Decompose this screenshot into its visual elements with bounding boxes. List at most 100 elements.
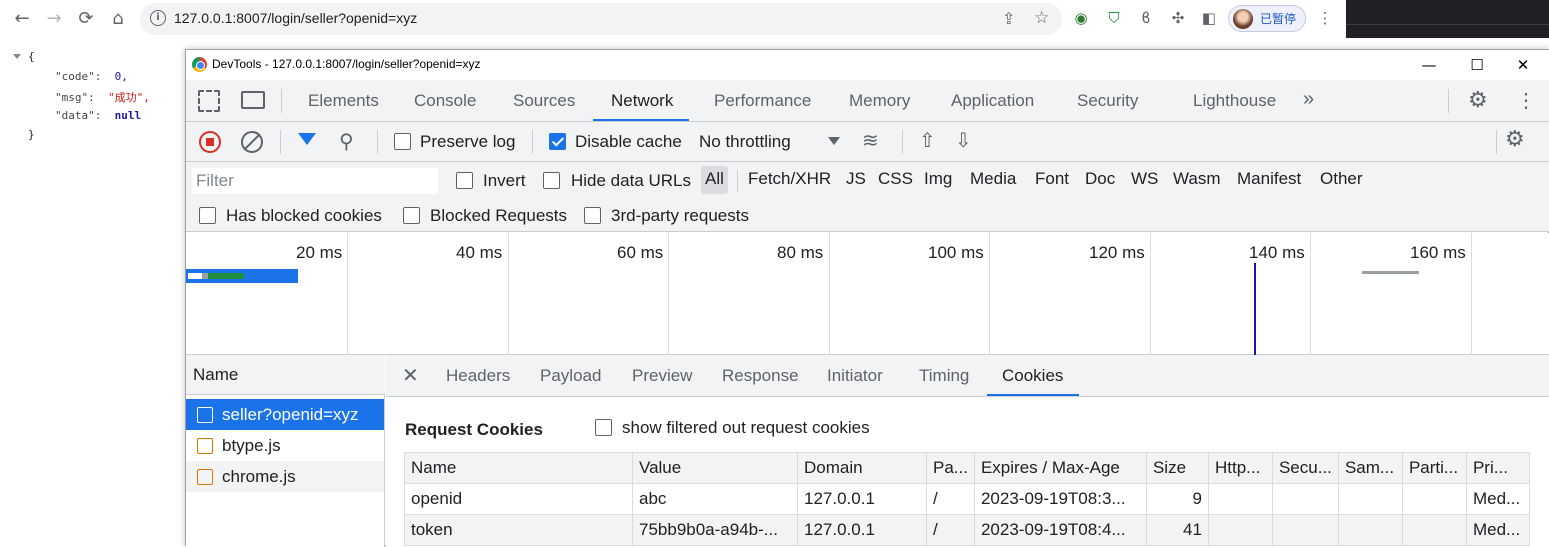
extension-shield-icon[interactable]: ⛉ — [1105, 9, 1123, 27]
minimize-icon[interactable]: — — [1414, 54, 1444, 76]
table-row[interactable]: openid abc 127.0.0.1 / 2023-09-19T08:3..… — [404, 483, 1530, 515]
type-filter-media[interactable]: Media — [966, 166, 1020, 194]
disable-cache-label[interactable]: Disable cache — [575, 132, 682, 152]
name-column-header[interactable]: Name — [186, 355, 385, 395]
type-filter-manifest[interactable]: Manifest — [1233, 166, 1305, 194]
tab-payload[interactable]: Payload — [540, 366, 601, 386]
settings-gear-icon[interactable]: ⚙ — [1468, 87, 1488, 113]
inspect-element-icon[interactable] — [198, 90, 220, 112]
request-row[interactable]: btype.js — [186, 430, 384, 461]
tab-cookies[interactable]: Cookies — [1002, 366, 1063, 386]
tab-headers[interactable]: Headers — [446, 366, 510, 386]
export-har-icon[interactable]: ⇩ — [955, 128, 972, 152]
browser-menu-icon[interactable]: ⋮ — [1316, 9, 1334, 27]
column-header[interactable]: Size — [1145, 452, 1209, 484]
request-row-selected[interactable]: seller?openid=xyz — [186, 399, 384, 430]
tab-sources[interactable]: Sources — [513, 91, 575, 111]
extension-feather-icon[interactable]: ϐ — [1137, 9, 1155, 27]
forward-arrow-icon[interactable]: → — [42, 7, 66, 31]
back-arrow-icon[interactable]: ← — [10, 7, 34, 31]
extension-globe-icon[interactable]: ◉ — [1072, 9, 1090, 27]
column-header[interactable]: Expires / Max-Age — [973, 452, 1147, 484]
clear-icon[interactable] — [241, 131, 263, 153]
type-filter-fetch-xhr[interactable]: Fetch/XHR — [744, 166, 835, 194]
tab-console[interactable]: Console — [414, 91, 476, 111]
invert-checkbox[interactable] — [456, 172, 473, 189]
tab-security[interactable]: Security — [1077, 91, 1138, 111]
disable-cache-checkbox[interactable] — [549, 133, 566, 150]
extensions-puzzle-icon[interactable]: ✣ — [1169, 9, 1187, 27]
type-filter-other[interactable]: Other — [1316, 166, 1367, 194]
third-party-label[interactable]: 3rd-party requests — [611, 206, 749, 226]
column-header[interactable]: Http... — [1207, 452, 1273, 484]
third-party-checkbox[interactable] — [584, 207, 601, 224]
column-header[interactable]: Name — [404, 452, 633, 484]
invert-label[interactable]: Invert — [483, 171, 526, 191]
hide-data-urls-label[interactable]: Hide data URLs — [571, 171, 691, 191]
tab-performance[interactable]: Performance — [714, 91, 811, 111]
show-filtered-cookies-checkbox[interactable] — [595, 419, 612, 436]
tab-lighthouse[interactable]: Lighthouse — [1193, 91, 1276, 111]
throttling-dropdown-icon[interactable] — [828, 137, 840, 145]
tab-response[interactable]: Response — [722, 366, 799, 386]
customize-menu-icon[interactable]: ⋮ — [1516, 88, 1536, 113]
table-row[interactable]: token 75bb9b0a-a94b-... 127.0.0.1 / 2023… — [404, 514, 1530, 546]
url-text[interactable]: 127.0.0.1:8007/login/seller?openid=xyz — [174, 10, 417, 26]
type-filter-all[interactable]: All — [701, 166, 728, 194]
address-bar[interactable]: i 127.0.0.1:8007/login/seller?openid=xyz… — [140, 3, 1062, 35]
collapse-triangle-icon[interactable] — [13, 54, 21, 59]
column-header[interactable]: Value — [632, 452, 798, 484]
search-icon[interactable]: ⚲ — [339, 129, 354, 153]
column-header[interactable]: Domain — [797, 452, 927, 484]
hide-data-urls-checkbox[interactable] — [543, 172, 560, 189]
type-filter-ws[interactable]: WS — [1127, 166, 1162, 194]
tab-memory[interactable]: Memory — [849, 91, 910, 111]
type-filter-wasm[interactable]: Wasm — [1169, 166, 1225, 194]
tab-initiator[interactable]: Initiator — [827, 366, 883, 386]
maximize-icon[interactable]: ☐ — [1462, 54, 1492, 76]
blocked-requests-label[interactable]: Blocked Requests — [430, 206, 567, 226]
tab-elements[interactable]: Elements — [308, 91, 379, 111]
device-toolbar-icon[interactable] — [241, 91, 265, 109]
tab-application[interactable]: Application — [951, 91, 1034, 111]
tab-network[interactable]: Network — [611, 91, 673, 111]
type-filter-css[interactable]: CSS — [874, 166, 917, 194]
filter-funnel-icon[interactable] — [298, 133, 316, 145]
filter-input[interactable] — [192, 168, 438, 194]
site-info-icon[interactable]: i — [150, 10, 166, 26]
import-har-icon[interactable]: ⇧ — [919, 128, 936, 152]
network-settings-gear-icon[interactable]: ⚙ — [1505, 127, 1525, 152]
type-filter-font[interactable]: Font — [1031, 166, 1073, 194]
throttling-select[interactable]: No throttling — [699, 132, 791, 152]
has-blocked-cookies-label[interactable]: Has blocked cookies — [226, 206, 382, 226]
column-header[interactable]: Sam... — [1337, 452, 1403, 484]
side-panel-icon[interactable]: ◧ — [1200, 9, 1218, 27]
type-filter-js[interactable]: JS — [842, 166, 870, 194]
has-blocked-cookies-checkbox[interactable] — [199, 207, 216, 224]
column-header[interactable]: Pa... — [926, 452, 975, 484]
column-header[interactable]: Pri... — [1465, 452, 1530, 484]
share-icon[interactable]: ⇪ — [1002, 9, 1015, 28]
reload-icon[interactable]: ⟳ — [74, 7, 98, 31]
close-detail-icon[interactable]: ✕ — [402, 363, 419, 388]
tab-preview[interactable]: Preview — [632, 366, 692, 386]
record-stop-icon[interactable] — [199, 131, 221, 153]
request-row[interactable]: chrome.js — [186, 461, 384, 492]
profile-button[interactable]: 已暂停 — [1228, 5, 1306, 32]
close-window-icon[interactable]: ✕ — [1508, 54, 1538, 76]
column-header[interactable]: Parti... — [1401, 452, 1467, 484]
type-filter-doc[interactable]: Doc — [1081, 166, 1119, 194]
blocked-requests-checkbox[interactable] — [403, 207, 420, 224]
network-overview-timeline[interactable]: 20 ms 40 ms 60 ms 80 ms 100 ms 120 ms 14… — [186, 233, 1549, 355]
type-filter-img[interactable]: Img — [920, 166, 956, 194]
request-list: Name seller?openid=xyz btype.js chrome.j… — [186, 355, 385, 547]
bookmark-star-icon[interactable]: ☆ — [1034, 8, 1049, 28]
network-conditions-icon[interactable]: ≋ — [862, 128, 879, 152]
more-tabs-chevron-icon[interactable]: » — [1303, 88, 1314, 111]
preserve-log-checkbox[interactable] — [394, 133, 411, 150]
home-icon[interactable]: ⌂ — [106, 7, 130, 31]
column-header[interactable]: Secu... — [1271, 452, 1339, 484]
show-filtered-cookies-label[interactable]: show filtered out request cookies — [622, 418, 870, 438]
tab-timing[interactable]: Timing — [919, 366, 969, 386]
preserve-log-label[interactable]: Preserve log — [420, 132, 515, 152]
